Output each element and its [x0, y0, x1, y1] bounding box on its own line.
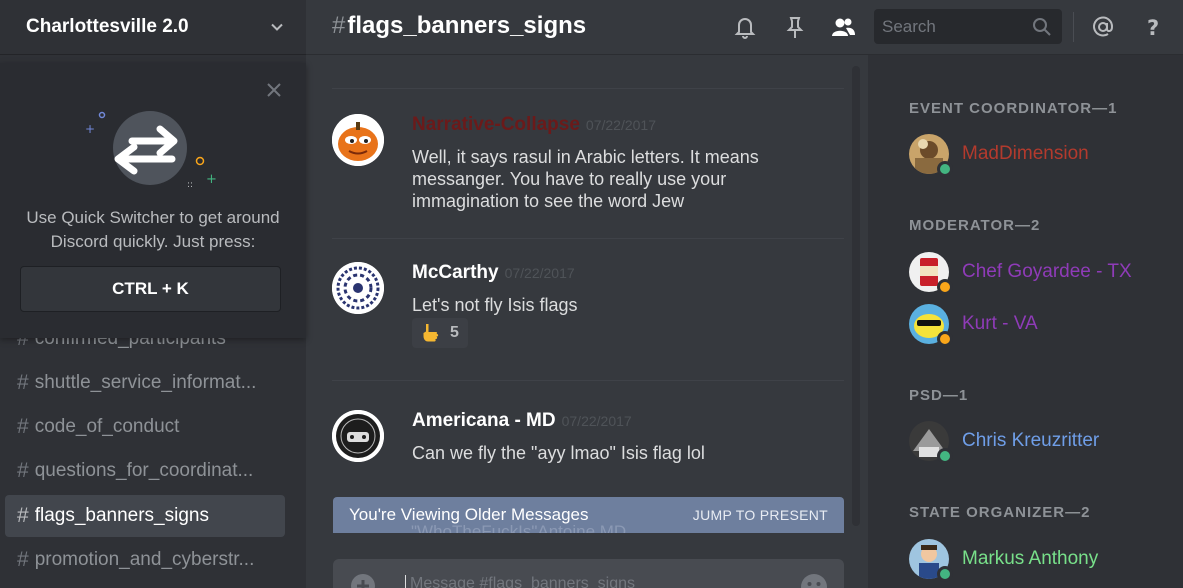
message-timestamp: 07/22/2017 — [585, 117, 656, 133]
hidden-message-preview: "WhoTheFuckIs"Antoine MD — [411, 522, 627, 533]
header-divider — [1073, 12, 1074, 42]
member-item[interactable]: Kurt - VA — [909, 303, 1038, 347]
channel-label: code_of_conduct — [34, 416, 180, 437]
author-name[interactable]: Narrative-Collapse — [412, 114, 580, 135]
channel-item-code-of-conduct[interactable]: # code_of_conduct — [5, 406, 285, 448]
hash-icon: # — [17, 548, 29, 571]
svg-text:?: ? — [1147, 16, 1159, 40]
online-status-icon — [937, 566, 953, 582]
message-text: Can we fly the "ayy lmao" Isis flag lol — [412, 443, 705, 463]
svg-text:+: + — [85, 122, 95, 136]
channel-header: #flags_banners_signs ? — [306, 0, 1183, 55]
search-icon[interactable] — [1032, 17, 1052, 37]
hash-icon: # — [17, 415, 29, 438]
hash-icon: # — [17, 504, 29, 527]
avatar — [909, 539, 953, 582]
pin-icon[interactable] — [782, 14, 808, 40]
message-timestamp: 07/22/2017 — [561, 413, 632, 429]
channel-label: flags_banners_signs — [34, 505, 209, 526]
switch-arrows-icon: + + :: — [85, 111, 217, 190]
message-author[interactable]: Narrative-Collapse 07/22/2017 — [412, 114, 656, 136]
server-name: Charlottesville 2.0 — [26, 16, 189, 37]
idle-status-icon — [937, 331, 953, 347]
emoji-picker-icon[interactable] — [800, 573, 828, 588]
member-name: Chef Goyardee - TX — [962, 261, 1132, 282]
members-icon[interactable] — [830, 14, 856, 40]
member-name: MadDimension — [962, 143, 1089, 164]
author-name[interactable]: McCarthy — [412, 262, 499, 283]
point-up-emoji-icon — [423, 324, 439, 342]
channel-sidebar: Charlottesville 2.0 # confirmed_participa… — [0, 0, 306, 588]
reaction-button[interactable]: 5 — [412, 318, 468, 348]
svg-text:+: + — [206, 172, 217, 187]
role-header: EVENT COORDINATOR—1 — [909, 100, 1118, 117]
channel-label: questions_for_coordinat... — [34, 460, 254, 481]
member-item[interactable]: MadDimension — [909, 133, 1089, 177]
quick-switcher-text: Use Quick Switcher to get around Discord… — [26, 208, 280, 251]
message: Narrative-Collapse 07/22/2017 Well, it sa… — [332, 114, 844, 234]
svg-text:::: :: — [187, 180, 193, 190]
role-header: MODERATOR—2 — [909, 217, 1041, 234]
jump-to-present-button[interactable]: JUMP TO PRESENT — [693, 507, 828, 523]
avatar — [909, 134, 953, 177]
reaction-count: 5 — [450, 324, 459, 341]
channel-label: promotion_and_cyberstr... — [34, 549, 255, 570]
message-divider — [332, 88, 844, 89]
help-icon[interactable]: ? — [1140, 14, 1166, 40]
channel-label: shuttle_service_informat... — [34, 372, 257, 393]
member-list: EVENT COORDINATOR—1 MadDimension MODERAT… — [868, 55, 1183, 588]
chevron-down-icon[interactable] — [270, 20, 284, 34]
older-messages-bar[interactable]: You're Viewing Older Messages JUMP TO PR… — [333, 497, 844, 533]
message-author[interactable]: McCarthy 07/22/2017 — [412, 262, 575, 284]
server-header[interactable]: Charlottesville 2.0 — [0, 0, 306, 55]
avatar[interactable] — [332, 410, 384, 462]
hash-icon: # — [17, 371, 29, 394]
avatar — [909, 304, 953, 347]
channel-item-flags-banners-signs[interactable]: # flags_banners_signs — [5, 495, 285, 537]
member-name: Markus Anthony — [962, 548, 1099, 569]
online-status-icon — [937, 448, 953, 464]
message: Americana - MD 07/22/2017 Can we fly the … — [332, 410, 844, 480]
hash-icon: # — [17, 459, 29, 482]
member-item[interactable]: Chef Goyardee - TX — [909, 251, 1132, 295]
message-composer[interactable]: Message #flags_banners_signs — [333, 559, 844, 588]
avatar[interactable] — [332, 262, 384, 314]
search-input[interactable] — [874, 9, 1024, 44]
member-item[interactable]: Markus Anthony — [909, 538, 1099, 582]
scrollbar[interactable] — [852, 66, 860, 526]
message-divider — [332, 380, 844, 381]
message-author[interactable]: Americana - MD 07/22/2017 — [412, 410, 632, 432]
avatar — [909, 421, 953, 464]
member-name: Chris Kreuzritter — [962, 430, 1100, 451]
message-text: Let's not fly Isis flags — [412, 295, 578, 315]
quick-switcher-tip: + + :: Use Quick Switcher to get around … — [0, 63, 306, 338]
member-name: Kurt - VA — [962, 313, 1038, 334]
search-box[interactable] — [874, 9, 1062, 44]
role-header: PSD—1 — [909, 387, 969, 404]
avatar — [909, 252, 953, 295]
channel-item-questions[interactable]: # questions_for_coordinat... — [5, 450, 285, 492]
shortcut-button[interactable]: CTRL + K — [20, 266, 281, 312]
idle-status-icon — [937, 279, 953, 295]
avatar[interactable] — [332, 114, 384, 166]
at-icon[interactable] — [1090, 14, 1116, 40]
role-header: STATE ORGANIZER—2 — [909, 504, 1091, 521]
message: McCarthy 07/22/2017 Let's not fly Isis fl… — [332, 262, 844, 362]
member-item[interactable]: Chris Kreuzritter — [909, 420, 1100, 464]
upload-plus-icon[interactable] — [350, 573, 376, 588]
message-input[interactable]: Message #flags_banners_signs — [405, 575, 635, 588]
online-status-icon — [937, 161, 953, 177]
message-divider — [332, 238, 844, 239]
channel-item-shuttle-service[interactable]: # shuttle_service_informat... — [5, 362, 285, 404]
message-timestamp: 07/22/2017 — [504, 265, 575, 281]
author-name[interactable]: Americana - MD — [412, 410, 556, 431]
message-text: Well, it says rasul in Arabic letters. I… — [412, 147, 759, 211]
channel-title: #flags_banners_signs — [332, 12, 587, 39]
channel-item-promotion[interactable]: # promotion_and_cyberstr... — [5, 539, 285, 581]
bell-icon[interactable] — [732, 14, 758, 40]
close-icon[interactable] — [264, 80, 284, 100]
